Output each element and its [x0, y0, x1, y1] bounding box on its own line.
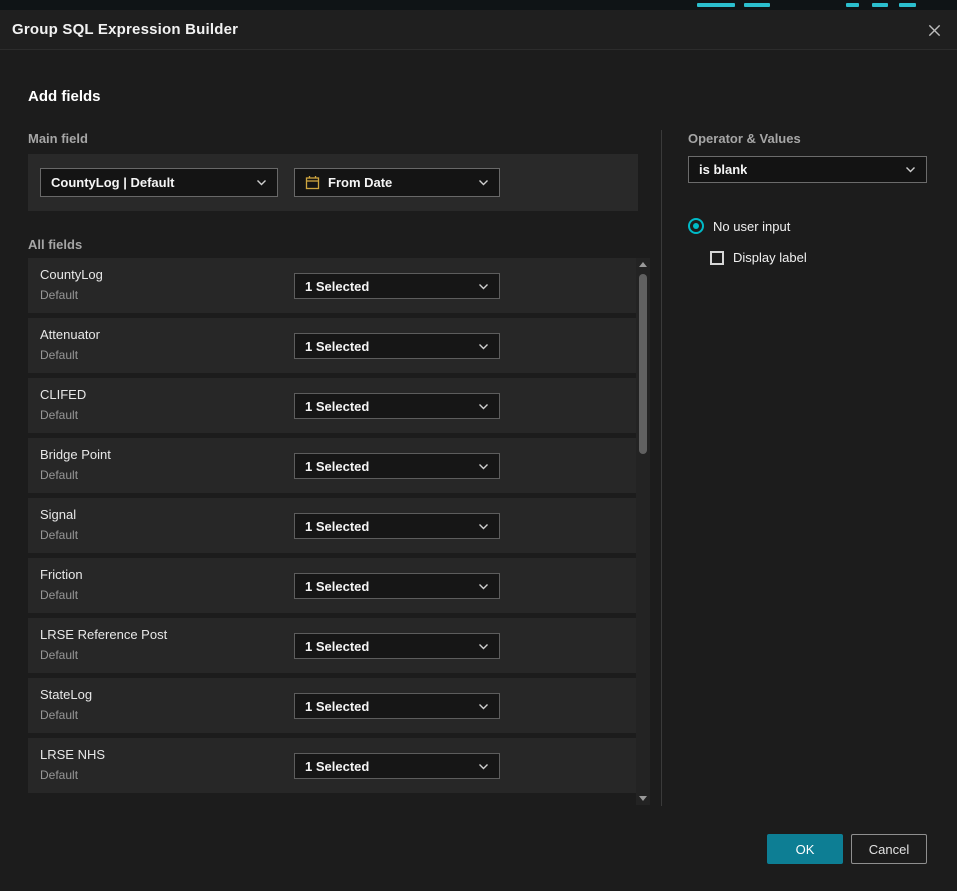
field-row: CountyLog Default 1 Selected [28, 258, 638, 313]
scrollbar-thumb[interactable] [639, 274, 647, 454]
dialog-title: Group SQL Expression Builder [12, 21, 238, 38]
field-subtitle: Default [40, 768, 78, 782]
field-row: LRSE Reference Post Default 1 Selected [28, 618, 638, 673]
main-field-label: Main field [28, 131, 88, 146]
display-label-checkbox-row[interactable]: Display label [710, 250, 807, 265]
field-selected-dropdown[interactable]: 1 Selected [294, 633, 500, 659]
field-row: StateLog Default 1 Selected [28, 678, 638, 733]
field-subtitle: Default [40, 468, 78, 482]
operator-select[interactable]: is blank [688, 156, 927, 183]
field-select-value: 1 Selected [305, 699, 369, 714]
scroll-up-icon[interactable] [639, 262, 647, 267]
calendar-icon [305, 175, 320, 190]
chevron-down-icon [478, 403, 489, 410]
field-subtitle: Default [40, 708, 78, 722]
display-label-label: Display label [733, 250, 807, 265]
background-toolbar-icon [846, 3, 859, 7]
background-accent-fragment [744, 3, 770, 7]
main-field-source-value: CountyLog | Default [51, 175, 175, 190]
field-subtitle: Default [40, 348, 78, 362]
field-row: Friction Default 1 Selected [28, 558, 638, 613]
ok-button[interactable]: OK [767, 834, 843, 864]
checkbox-unchecked-icon[interactable] [710, 251, 724, 265]
fields-scrollbar[interactable] [636, 258, 650, 805]
field-subtitle: Default [40, 288, 78, 302]
field-name: LRSE NHS [40, 747, 105, 762]
no-user-input-label: No user input [713, 219, 790, 234]
field-selected-dropdown[interactable]: 1 Selected [294, 573, 500, 599]
field-name: CLIFED [40, 387, 86, 402]
close-icon[interactable] [923, 19, 945, 41]
field-selected-dropdown[interactable]: 1 Selected [294, 753, 500, 779]
chevron-down-icon [478, 583, 489, 590]
dialog-header: Group SQL Expression Builder [0, 10, 957, 50]
chevron-down-icon [478, 643, 489, 650]
all-fields-list: CountyLog Default 1 Selected Attenuator … [28, 258, 638, 798]
field-select-value: 1 Selected [305, 759, 369, 774]
no-user-input-radio-row[interactable]: No user input [688, 218, 790, 234]
field-select-value: 1 Selected [305, 639, 369, 654]
field-name: Bridge Point [40, 447, 111, 462]
field-select-value: 1 Selected [305, 579, 369, 594]
background-toolbar-icon [872, 3, 888, 7]
field-row: LRSE NHS Default 1 Selected [28, 738, 638, 793]
field-name: StateLog [40, 687, 92, 702]
chevron-down-icon [478, 283, 489, 290]
field-subtitle: Default [40, 408, 78, 422]
main-field-source-select[interactable]: CountyLog | Default [40, 168, 278, 197]
chevron-down-icon [478, 763, 489, 770]
chevron-down-icon [478, 179, 489, 186]
field-row: Signal Default 1 Selected [28, 498, 638, 553]
chevron-down-icon [478, 343, 489, 350]
radio-selected-icon[interactable] [688, 218, 704, 234]
radio-dot [693, 223, 699, 229]
chevron-down-icon [256, 179, 267, 186]
background-app-strip [0, 0, 957, 10]
field-select-value: 1 Selected [305, 279, 369, 294]
chevron-down-icon [478, 703, 489, 710]
chevron-down-icon [905, 166, 916, 173]
main-field-date-select[interactable]: From Date [294, 168, 500, 197]
field-select-value: 1 Selected [305, 519, 369, 534]
cancel-button[interactable]: Cancel [851, 834, 927, 864]
field-row: Attenuator Default 1 Selected [28, 318, 638, 373]
field-selected-dropdown[interactable]: 1 Selected [294, 393, 500, 419]
field-name: Signal [40, 507, 76, 522]
field-selected-dropdown[interactable]: 1 Selected [294, 513, 500, 539]
field-selected-dropdown[interactable]: 1 Selected [294, 693, 500, 719]
field-select-value: 1 Selected [305, 339, 369, 354]
group-sql-expression-builder-dialog: Group SQL Expression Builder Add fields … [0, 10, 957, 891]
field-selected-dropdown[interactable]: 1 Selected [294, 333, 500, 359]
field-name: CountyLog [40, 267, 103, 282]
field-name: Attenuator [40, 327, 100, 342]
field-name: Friction [40, 567, 83, 582]
field-select-value: 1 Selected [305, 459, 369, 474]
add-fields-heading: Add fields [28, 88, 101, 105]
scroll-down-icon[interactable] [639, 796, 647, 801]
all-fields-label: All fields [28, 237, 82, 252]
background-accent-fragment [697, 3, 735, 7]
operator-values-heading: Operator & Values [688, 131, 801, 146]
field-subtitle: Default [40, 528, 78, 542]
main-field-date-value: From Date [328, 175, 392, 190]
main-field-box: CountyLog | Default From Date [28, 154, 638, 211]
field-subtitle: Default [40, 648, 78, 662]
background-toolbar-icon [899, 3, 916, 7]
operator-value: is blank [699, 162, 747, 177]
field-select-value: 1 Selected [305, 399, 369, 414]
field-row: Bridge Point Default 1 Selected [28, 438, 638, 493]
field-subtitle: Default [40, 588, 78, 602]
panel-divider [661, 130, 662, 806]
chevron-down-icon [478, 523, 489, 530]
chevron-down-icon [478, 463, 489, 470]
field-row: CLIFED Default 1 Selected [28, 378, 638, 433]
field-name: LRSE Reference Post [40, 627, 167, 642]
field-selected-dropdown[interactable]: 1 Selected [294, 273, 500, 299]
field-selected-dropdown[interactable]: 1 Selected [294, 453, 500, 479]
